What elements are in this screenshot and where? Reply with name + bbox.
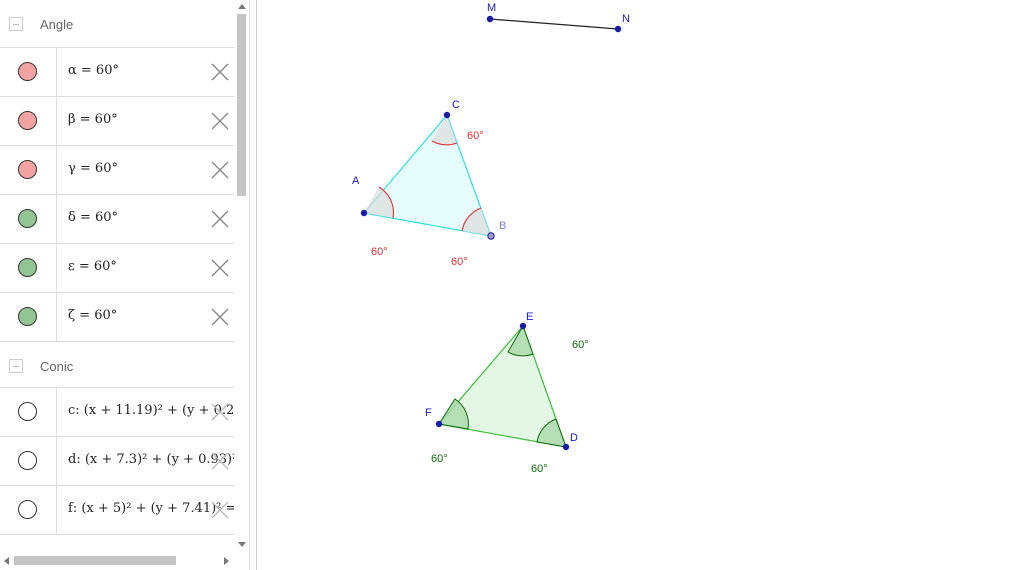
group-title-angle: Angle [40, 17, 74, 32]
scroll-up-arrow-icon[interactable] [238, 4, 246, 9]
segment-mn[interactable] [489, 18, 619, 30]
scroll-right-arrow-icon[interactable] [224, 557, 229, 565]
label-c[interactable]: C [452, 99, 460, 111]
point-c[interactable] [443, 111, 451, 119]
visibility-marble-icon[interactable] [18, 258, 37, 277]
marble-cell [0, 437, 57, 485]
point-f[interactable] [435, 420, 443, 428]
marble-cell [0, 195, 57, 243]
angle-label-e[interactable]: 60° [572, 339, 589, 351]
close-x-icon[interactable] [210, 307, 230, 327]
marble-cell [0, 486, 57, 534]
marble-cell [0, 293, 57, 341]
graphics-canvas[interactable]: M N A B C 60° 60° 60° F D E 60° 60° 60° [257, 0, 1024, 570]
label-n[interactable]: N [622, 13, 630, 25]
close-x-icon[interactable] [210, 402, 230, 422]
label-e[interactable]: E [526, 311, 533, 323]
algebra-item-delta[interactable]: δ = 60° [0, 195, 234, 244]
close-x-icon[interactable] [210, 111, 230, 131]
label-b[interactable]: B [499, 220, 506, 232]
point-m[interactable] [486, 15, 494, 23]
close-x-icon[interactable] [210, 258, 230, 278]
group-header-conic[interactable]: Conic [0, 342, 234, 388]
angle-label-f[interactable]: 60° [431, 453, 448, 465]
algebra-item-conic-f[interactable]: f: (x + 5)² + (y + 7.41)² = [0, 486, 234, 535]
label-f[interactable]: F [425, 407, 432, 419]
visibility-marble-icon[interactable] [18, 402, 37, 421]
algebra-view: Angle α = 60° β = 60° γ = 60° δ = 60° ε … [0, 0, 249, 570]
algebra-item-epsilon[interactable]: ε = 60° [0, 244, 234, 293]
visibility-marble-icon[interactable] [18, 209, 37, 228]
group-title-conic: Conic [40, 359, 74, 374]
algebra-item-zeta[interactable]: ζ = 60° [0, 293, 234, 342]
marble-cell [0, 146, 57, 194]
scroll-left-arrow-icon[interactable] [4, 557, 9, 565]
visibility-marble-icon[interactable] [18, 160, 37, 179]
close-x-icon[interactable] [210, 62, 230, 82]
point-d[interactable] [562, 443, 570, 451]
algebra-item-conic-c[interactable]: c: (x + 11.19)² + (y + 0.22 [0, 388, 234, 437]
visibility-marble-icon[interactable] [18, 307, 37, 326]
vertical-scrollbar[interactable] [234, 0, 249, 552]
collapse-minus-icon[interactable] [9, 359, 23, 373]
point-e[interactable] [519, 322, 527, 330]
angle-label-c[interactable]: 60° [467, 130, 484, 142]
view-splitter[interactable] [249, 0, 257, 570]
label-m[interactable]: M [487, 2, 496, 14]
algebra-item-gamma[interactable]: γ = 60° [0, 146, 234, 195]
vertical-scroll-thumb[interactable] [237, 14, 246, 196]
point-n[interactable] [614, 25, 622, 33]
graphics-view[interactable]: M N A B C 60° 60° 60° F D E 60° 60° 60° [257, 0, 1024, 570]
point-a[interactable] [360, 209, 368, 217]
angle-label-a[interactable]: 60° [371, 246, 388, 258]
close-x-icon[interactable] [210, 500, 230, 520]
collapse-minus-icon[interactable] [9, 17, 23, 31]
label-d[interactable]: D [570, 432, 578, 444]
point-b[interactable] [487, 232, 495, 240]
marble-cell [0, 48, 57, 96]
angle-label-d[interactable]: 60° [531, 463, 548, 475]
algebra-item-conic-d[interactable]: d: (x + 7.3)² + (y + 0.93)² [0, 437, 234, 486]
close-x-icon[interactable] [210, 160, 230, 180]
marble-cell [0, 97, 57, 145]
visibility-marble-icon[interactable] [18, 111, 37, 130]
angle-label-b[interactable]: 60° [451, 256, 468, 268]
scroll-down-arrow-icon[interactable] [238, 542, 246, 547]
marble-cell [0, 244, 57, 292]
algebra-item-alpha[interactable]: α = 60° [0, 48, 234, 97]
close-x-icon[interactable] [210, 451, 230, 471]
close-x-icon[interactable] [210, 209, 230, 229]
algebra-item-beta[interactable]: β = 60° [0, 97, 234, 146]
visibility-marble-icon[interactable] [18, 500, 37, 519]
horizontal-scrollbar[interactable] [0, 552, 234, 570]
group-header-angle[interactable]: Angle [0, 0, 234, 48]
algebra-list: Angle α = 60° β = 60° γ = 60° δ = 60° ε … [0, 0, 234, 552]
horizontal-scroll-thumb[interactable] [14, 556, 176, 565]
label-a[interactable]: A [352, 175, 360, 187]
marble-cell [0, 388, 57, 436]
group-header-partial[interactable]: Li [0, 535, 234, 552]
visibility-marble-icon[interactable] [18, 451, 37, 470]
visibility-marble-icon[interactable] [18, 62, 37, 81]
